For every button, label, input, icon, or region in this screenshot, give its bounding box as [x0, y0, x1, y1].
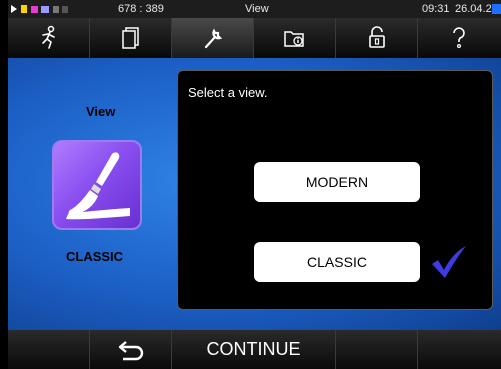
checkmark-icon — [432, 246, 466, 278]
tab-help[interactable] — [418, 18, 500, 58]
bottom-spacer-right — [336, 330, 418, 369]
tab-info[interactable] — [254, 18, 336, 58]
status-coords: 678 : 389 — [118, 3, 164, 15]
tab-documents[interactable] — [90, 18, 172, 58]
folder-info-icon — [283, 31, 304, 47]
back-arrow-icon — [118, 340, 143, 360]
running-person-icon — [41, 25, 55, 49]
view-select-panel: Select a view. MODERN CLASSIC — [177, 70, 493, 310]
unlock-icon — [368, 26, 385, 48]
view-heading: View — [86, 104, 116, 119]
status-indicator — [492, 4, 501, 14]
continue-button[interactable]: CONTINUE — [172, 330, 336, 369]
continue-label: CONTINUE — [206, 339, 301, 359]
wrench-icon — [204, 28, 222, 49]
back-button[interactable] — [90, 330, 172, 369]
help-icon — [453, 27, 465, 49]
tab-bar — [8, 18, 501, 58]
device-screen: 678 : 389 View 09:31 26.04.2017 — [8, 0, 501, 369]
documents-icon — [121, 27, 139, 49]
current-view-label: CLASSIC — [66, 249, 124, 264]
classic-view-button[interactable]: CLASSIC — [254, 242, 420, 282]
panel-prompt: Select a view. — [188, 85, 268, 100]
tab-running[interactable] — [8, 18, 90, 58]
paint-brush-icon — [66, 152, 130, 220]
status-bar: 678 : 389 View 09:31 26.04.2017 — [8, 0, 501, 18]
bottom-spacer — [8, 330, 90, 369]
status-indicators-icon — [11, 5, 68, 13]
tab-lock[interactable] — [336, 18, 418, 58]
bottom-bar: CONTINUE — [8, 330, 501, 369]
status-time: 09:31 — [422, 3, 450, 15]
modern-view-button[interactable]: MODERN — [254, 162, 420, 202]
tab-settings[interactable] — [172, 18, 254, 58]
bottom-spacer-end — [418, 330, 501, 369]
main-area: View CLASSIC Select a view. MODERN CLASS… — [8, 58, 501, 330]
status-title: View — [245, 3, 269, 15]
view-style-tile — [52, 140, 142, 230]
